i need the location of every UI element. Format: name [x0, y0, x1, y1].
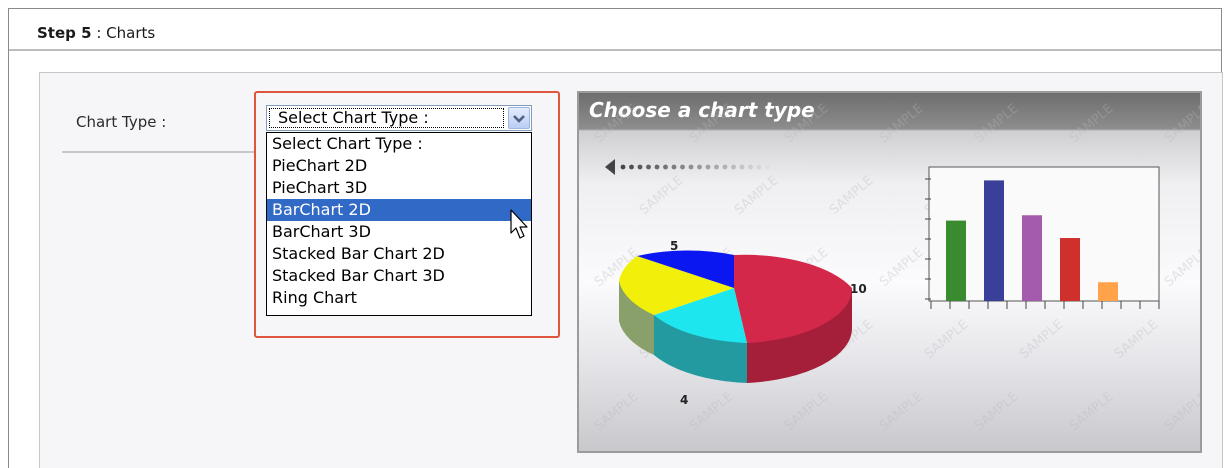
- sample-watermark: SAMPLE: [592, 101, 641, 146]
- sample-watermark: SAMPLE: [687, 389, 736, 434]
- select-dropdown-button[interactable]: [508, 107, 530, 129]
- scroll-dot: [680, 164, 685, 170]
- scroll-dot: [637, 164, 643, 170]
- option-barchart-2d[interactable]: BarChart 2D: [267, 199, 531, 221]
- pie-label-10: 10: [850, 282, 867, 296]
- chevron-down-icon: [513, 115, 525, 123]
- scroll-dot: [671, 164, 677, 170]
- option-ring-chart[interactable]: Ring Chart: [267, 287, 531, 309]
- step-separator: :: [91, 24, 107, 42]
- step-name: Charts: [106, 24, 156, 42]
- sample-watermark: SAMPLE: [637, 173, 686, 218]
- scroll-dot: [629, 164, 634, 170]
- scroll-dot: [799, 164, 804, 170]
- option-select-chart-type[interactable]: Select Chart Type :: [267, 133, 531, 155]
- sample-watermark: SAMPLE: [922, 317, 971, 362]
- scroll-dot: [697, 164, 702, 170]
- scroll-dot: [756, 164, 762, 170]
- step-header: Step 5 : Charts: [9, 9, 1221, 51]
- sample-watermark: SAMPLE: [1162, 389, 1202, 434]
- chart-preview-panel: Choose a chart type SAMPLE SAMPLE SAMPLE SA…: [577, 91, 1202, 453]
- preview-illustration: SAMPLE SAMPLE SAMPLE SAMPLE SAMPLE SAMPLE SAMP…: [592, 101, 1202, 434]
- option-piechart-3d[interactable]: PieChart 3D: [267, 177, 531, 199]
- option-stacked-bar-chart-3d[interactable]: Stacked Bar Chart 3D: [267, 265, 531, 287]
- chart-type-options-list: Select Chart Type : PieChart 2D PieChart…: [266, 132, 532, 316]
- scroll-dot: [790, 164, 796, 170]
- sample-watermark: SAMPLE: [1162, 101, 1202, 146]
- sample-watermark: SAMPLE: [1017, 317, 1066, 362]
- chart-settings-panel: Chart Type : Select Chart Type : Select …: [39, 72, 1223, 468]
- sample-watermark: SAMPLE: [1112, 317, 1161, 362]
- sample-watermark: SAMPLE: [1067, 101, 1116, 146]
- step-number: Step 5: [37, 24, 92, 42]
- chart-type-select[interactable]: Select Chart Type :: [266, 105, 532, 131]
- pie-chart: 5 10 4: [619, 239, 867, 407]
- step-panel: Step 5 : Charts Chart Type : Select Char…: [8, 8, 1223, 468]
- sample-watermark: SAMPLE: [687, 101, 736, 146]
- sample-watermark: SAMPLE: [592, 389, 641, 434]
- scroll-dot: [646, 164, 651, 170]
- scroll-dot: [782, 164, 787, 170]
- scroll-dot: [705, 164, 711, 170]
- step-title: Step 5 : Charts: [37, 24, 155, 42]
- bar-mark: [1022, 215, 1042, 301]
- sample-watermark: SAMPLE: [972, 101, 1021, 146]
- scroll-dot: [722, 164, 728, 170]
- sample-watermark: SAMPLE: [1162, 245, 1202, 290]
- chart-type-label: Chart Type :: [76, 113, 167, 131]
- option-barchart-3d[interactable]: BarChart 3D: [267, 221, 531, 243]
- bar-mark: [1060, 238, 1080, 301]
- sample-watermark: SAMPLE: [782, 101, 831, 146]
- scroll-dot: [748, 164, 753, 170]
- mouse-pointer-icon: [510, 209, 528, 239]
- scroll-dot: [765, 164, 770, 170]
- scroll-dot: [688, 164, 694, 170]
- scroll-dot: [620, 164, 626, 170]
- scroll-dot: [663, 164, 668, 170]
- select-value: Select Chart Type :: [269, 108, 504, 128]
- sample-watermark: SAMPLE: [782, 389, 831, 434]
- scroll-dot: [731, 164, 736, 170]
- bar-chart: [925, 166, 1160, 309]
- sample-watermark: SAMPLE: [972, 389, 1021, 434]
- pie-label-4: 4: [680, 393, 688, 407]
- bar-mark: [946, 220, 966, 301]
- scroll-dot: [654, 164, 660, 170]
- pie-label-5: 5: [670, 239, 678, 253]
- scroll-dot: [739, 164, 745, 170]
- sample-watermark: SAMPLE: [877, 389, 926, 434]
- scroll-dots: [620, 164, 804, 170]
- option-stacked-bar-chart-2d[interactable]: Stacked Bar Chart 2D: [267, 243, 531, 265]
- bar-mark: [1098, 282, 1118, 301]
- option-piechart-2d[interactable]: PieChart 2D: [267, 155, 531, 177]
- sample-watermark: SAMPLE: [877, 101, 926, 146]
- left-arrow-icon: [605, 159, 615, 175]
- bar-mark: [984, 180, 1004, 301]
- sample-watermark: SAMPLE: [877, 245, 926, 290]
- scroll-dot: [773, 164, 779, 170]
- sample-watermark: SAMPLE: [732, 173, 781, 218]
- sample-watermark: SAMPLE: [827, 173, 876, 218]
- sample-watermark: SAMPLE: [1067, 389, 1116, 434]
- scroll-dot: [714, 164, 719, 170]
